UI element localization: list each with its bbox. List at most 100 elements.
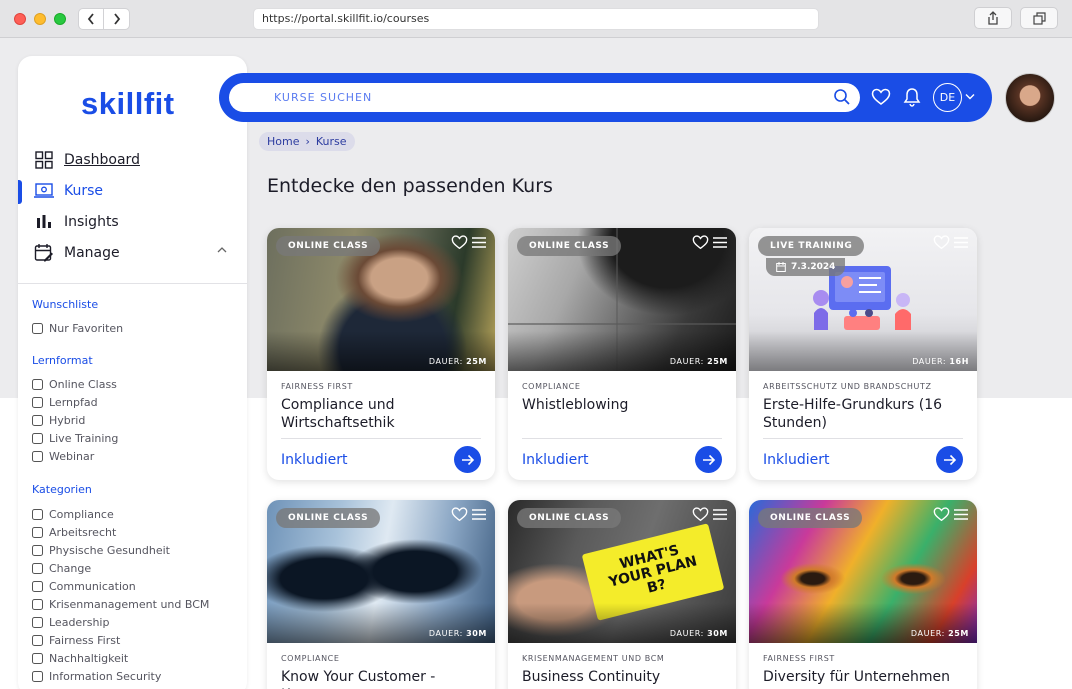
breadcrumb-current[interactable]: Kurse [316,135,347,148]
search-icon[interactable] [833,88,851,106]
maximize-window-button[interactable] [54,13,66,25]
checkbox[interactable] [32,635,43,646]
language-switcher[interactable]: DE [933,83,962,112]
heart-icon[interactable] [933,234,950,250]
share-button[interactable] [974,7,1012,29]
heart-icon[interactable] [692,506,709,522]
heart-icon[interactable] [933,506,950,522]
checkbox[interactable] [32,323,43,334]
duration-label: DAUER: 30M [428,629,487,638]
course-title[interactable]: Know Your Customer - Kennen [281,668,481,689]
checkbox[interactable] [32,509,43,520]
menu-icon[interactable] [954,509,968,520]
menu-icon[interactable] [713,237,727,248]
filter-checkbox[interactable]: Webinar [32,450,94,463]
heart-icon[interactable] [692,234,709,250]
duration-label: DAUER: 25M [669,357,728,366]
checkbox[interactable] [32,599,43,610]
format-badge: ONLINE CLASS [276,236,381,256]
checkbox[interactable] [32,617,43,628]
checkbox[interactable] [32,671,43,682]
checkbox[interactable] [32,379,43,390]
filter-checkbox[interactable]: Information Security [32,670,161,683]
sidebar-item-dashboard[interactable]: Dashboard [34,148,140,172]
checkbox[interactable] [32,451,43,462]
user-avatar[interactable] [1005,73,1055,123]
filter-checkbox[interactable]: Arbeitsrecht [32,526,116,539]
course-card[interactable]: ONLINE CLASS DAUER: 30M COMPLIANCE Know … [267,500,495,689]
checkbox[interactable] [32,433,43,444]
bell-icon[interactable] [903,87,921,107]
open-course-button[interactable] [454,446,481,473]
sidebar-item-kurse[interactable]: Kurse [34,179,103,203]
filter-checkbox[interactable]: Change [32,562,91,575]
tabs-icon [1032,11,1046,25]
menu-icon[interactable] [472,509,486,520]
open-course-button[interactable] [695,446,722,473]
breadcrumb-home-link[interactable]: Home [267,135,299,148]
checkbox[interactable] [32,527,43,538]
browser-forward-button[interactable] [104,8,130,30]
sidebar-item-insights[interactable]: Insights [34,210,119,234]
course-category: COMPLIANCE [522,382,581,391]
filter-checkbox[interactable]: Hybrid [32,414,85,427]
format-badge: ONLINE CLASS [517,508,622,528]
skillfit-logo[interactable]: skillfit [81,86,175,122]
filter-checkbox[interactable]: Krisenmanagement und BCM [32,598,209,611]
menu-icon[interactable] [472,237,486,248]
tabs-overview-button[interactable] [1020,7,1058,29]
course-title[interactable]: Whistleblowing [522,396,722,414]
menu-icon[interactable] [713,509,727,520]
breadcrumb: Home › Kurse [259,132,355,151]
breadcrumb-separator: › [305,135,310,148]
filter-checkbox[interactable]: Physische Gesundheit [32,544,170,557]
checkbox[interactable] [32,545,43,556]
sidebar-item-label: Insights [64,214,119,230]
course-title[interactable]: Diversity für Unternehmen [763,668,963,686]
checkbox[interactable] [32,581,43,592]
filter-checkbox[interactable]: Lernpfad [32,396,98,409]
filter-checkbox[interactable]: Compliance [32,508,114,521]
open-course-button[interactable] [936,446,963,473]
filter-checkbox[interactable]: Nur Favoriten [32,322,123,335]
duration-label: DAUER: 25M [428,357,487,366]
sidebar-item-manage[interactable]: Manage [34,241,120,265]
arrow-right-icon [943,454,956,465]
filter-label: Physische Gesundheit [49,544,170,557]
checkbox[interactable] [32,415,43,426]
browser-back-button[interactable] [78,8,104,30]
close-window-button[interactable] [14,13,26,25]
search-input[interactable] [229,83,860,112]
address-bar[interactable]: https://portal.skillfit.io/courses [253,8,819,30]
course-card[interactable]: LIVE TRAINING 7.3.2024 DAUER: 16H ARBEIT… [749,228,977,480]
course-card[interactable]: ONLINE CLASS DAUER: 25M COMPLIANCE Whist… [508,228,736,480]
minimize-window-button[interactable] [34,13,46,25]
sidebar-item-label: Manage [64,245,120,261]
heart-icon[interactable] [451,506,468,522]
filter-label: Fairness First [49,634,121,647]
course-title[interactable]: Erste-Hilfe-Grundkurs (16 Stunden) [763,396,963,432]
filter-label: Compliance [49,508,114,521]
chevron-down-icon[interactable] [965,93,975,100]
course-card[interactable]: WHAT'S YOUR PLAN B? ONLINE CLASS DAUER: … [508,500,736,689]
filter-checkbox[interactable]: Live Training [32,432,118,445]
checkbox[interactable] [32,397,43,408]
heart-icon[interactable] [871,87,891,107]
filter-checkbox[interactable]: Nachhaltigkeit [32,652,128,665]
filter-checkbox[interactable]: Communication [32,580,136,593]
checkbox[interactable] [32,563,43,574]
course-title[interactable]: Compliance und Wirtschaftsethik [281,396,481,432]
sidebar: skillfit Dashboard Kurse Insights Manage… [18,56,247,689]
checkbox[interactable] [32,653,43,664]
date-badge: 7.3.2024 [766,258,846,276]
chevron-up-icon[interactable] [216,246,228,254]
filter-checkbox[interactable]: Leadership [32,616,109,629]
filter-label: Krisenmanagement und BCM [49,598,210,611]
filter-checkbox[interactable]: Online Class [32,378,117,391]
course-card[interactable]: ONLINE CLASS DAUER: 25M FAIRNESS FIRST D… [749,500,977,689]
heart-icon[interactable] [451,234,468,250]
filter-checkbox[interactable]: Fairness First [32,634,120,647]
course-title[interactable]: Business Continuity [522,668,722,686]
menu-icon[interactable] [954,237,968,248]
course-card[interactable]: ONLINE CLASS DAUER: 25M FAIRNESS FIRST C… [267,228,495,480]
